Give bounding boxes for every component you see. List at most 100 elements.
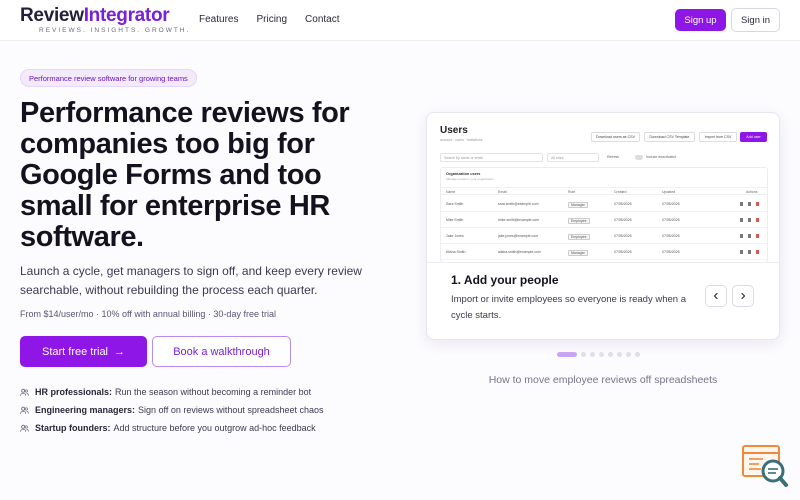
cell-updated: 07/05/2026 — [662, 218, 680, 222]
carousel-dot[interactable] — [626, 352, 631, 357]
cell-updated: 07/05/2026 — [662, 202, 680, 206]
cell-name: Mike Smith — [446, 218, 464, 222]
cell-created: 07/05/2026 — [614, 234, 632, 238]
carousel-prev-button[interactable] — [705, 285, 727, 307]
persona-text: Add structure before you outgrow ad-hoc … — [113, 423, 316, 433]
carousel-dot[interactable] — [581, 352, 586, 357]
persona-text: Run the season without becoming a remind… — [115, 387, 312, 397]
hero-headline: Performance reviews for companies too bi… — [20, 97, 350, 253]
persona-text: Sign off on reviews without spreadsheet … — [138, 405, 324, 415]
col-email: Email — [498, 190, 507, 194]
carousel-caption: How to move employee reviews off spreads… — [488, 374, 718, 386]
persona-item: HR professionals: Run the season without… — [20, 383, 323, 401]
top-navigation-bar: ReviewIntegrator REVIEWS. INSIGHTS. GROW… — [0, 0, 800, 41]
pricing-note: From $14/user/mo · 10% off with annual b… — [20, 309, 276, 319]
persona-item: Engineering managers: Sign off on review… — [20, 401, 323, 419]
screenshot-table-title: Organization users — [446, 172, 481, 176]
users-icon — [20, 424, 29, 432]
carousel-pagination — [557, 352, 640, 357]
sign-up-button[interactable]: Sign up — [675, 9, 726, 31]
start-free-trial-button[interactable]: Start free trial → — [20, 336, 147, 367]
edit-icon — [740, 250, 743, 254]
users-icon — [20, 388, 29, 396]
cell-role: Employee — [568, 218, 590, 224]
logo[interactable]: ReviewIntegrator REVIEWS. INSIGHTS. GROW… — [20, 5, 190, 35]
nav-features[interactable]: Features — [199, 14, 238, 25]
carousel-dot[interactable] — [590, 352, 595, 357]
app-screenshot: Users account · users · invitations Down… — [427, 113, 779, 263]
persona-item: Startup founders: Add structure before y… — [20, 419, 323, 437]
screenshot-table-header: Name Email Role Created Updated Actions — [441, 187, 767, 195]
col-name: Name — [446, 190, 456, 194]
screenshot-users-table: Organization users Manage people in your… — [440, 167, 768, 263]
screenshot-refresh: Refresh — [607, 155, 620, 159]
carousel-dot[interactable] — [608, 352, 613, 357]
logo-part2: Integrator — [83, 5, 170, 26]
download-csv-template-button: Download CSV Template — [644, 132, 695, 142]
step-description: Import or invite employees so everyone i… — [451, 294, 686, 321]
cell-role: Employee — [568, 234, 590, 240]
edit-icon — [740, 202, 743, 206]
cell-updated: 07/05/2026 — [662, 250, 680, 254]
book-walkthrough-button[interactable]: Book a walkthrough — [152, 336, 291, 367]
edit-icon — [740, 234, 743, 238]
sign-in-button[interactable]: Sign in — [731, 8, 780, 32]
copy-icon — [748, 250, 751, 254]
cell-email: alisha.smith@example.com — [498, 250, 541, 254]
row-actions — [740, 234, 759, 238]
screenshot-breadcrumb: account · users · invitations — [440, 138, 483, 142]
cell-name: Sara Smith — [446, 202, 464, 206]
screenshot-title: Users — [440, 125, 468, 136]
table-row: Sara Smith sara.smith@example.com Manage… — [441, 196, 767, 212]
cell-email: mike.smith@example.com — [498, 218, 540, 222]
hero-subcopy: Launch a cycle, get managers to sign off… — [20, 264, 362, 297]
delete-icon — [756, 202, 759, 206]
copy-icon — [748, 234, 751, 238]
copy-icon — [748, 202, 751, 206]
persona-role: Startup founders: — [35, 423, 111, 433]
row-actions — [740, 250, 759, 254]
col-created: Created — [614, 190, 627, 194]
cell-updated: 07/05/2026 — [662, 234, 680, 238]
cell-role: Manager — [568, 250, 588, 256]
cell-name: Alisha Smith — [446, 250, 466, 254]
nav-contact[interactable]: Contact — [305, 14, 339, 25]
chat-widget-button[interactable] — [741, 445, 789, 490]
table-row: Mike Smith mike.smith@example.com Employ… — [441, 212, 767, 228]
cell-email: jake.jones@example.com — [498, 234, 539, 238]
screenshot-role-filter: All roles — [547, 153, 599, 162]
carousel-dot[interactable] — [635, 352, 640, 357]
screenshot-include-deactivated: Include deactivated — [646, 155, 677, 159]
cell-created: 07/05/2026 — [614, 250, 632, 254]
main-nav: Features Pricing Contact — [199, 14, 340, 25]
users-icon — [20, 406, 29, 414]
cell-created: 07/05/2026 — [614, 202, 632, 206]
start-free-trial-label: Start free trial — [41, 345, 109, 358]
delete-icon — [756, 250, 759, 254]
col-actions: Actions — [746, 190, 758, 194]
delete-icon — [756, 218, 759, 222]
carousel-dot[interactable] — [599, 352, 604, 357]
carousel-dot[interactable] — [557, 352, 577, 357]
carousel-dot[interactable] — [617, 352, 622, 357]
nav-pricing[interactable]: Pricing — [256, 14, 287, 25]
chevron-left-icon — [713, 292, 718, 300]
arrow-right-icon: → — [114, 345, 126, 358]
cell-name: Jake Jones — [446, 234, 464, 238]
edit-icon — [740, 218, 743, 222]
add-user-button: Add user — [740, 132, 767, 142]
copy-icon — [748, 218, 751, 222]
cell-email: sara.smith@example.com — [498, 202, 539, 206]
import-csv-button: Import from CSV — [699, 132, 737, 142]
cell-created: 07/05/2026 — [614, 218, 632, 222]
step-title: 1. Add your people — [451, 273, 559, 287]
screenshot-search-input: Search by name or email — [440, 153, 543, 162]
cell-role: Manager — [568, 202, 588, 208]
carousel-next-button[interactable] — [732, 285, 754, 307]
table-row: Jake Jones jake.jones@example.com Employ… — [441, 228, 767, 244]
feature-carousel-card: Users account · users · invitations Down… — [426, 112, 780, 340]
screenshot-toggle — [635, 155, 643, 160]
search-document-icon — [742, 445, 788, 487]
download-users-csv-button: Download users as CSV — [591, 132, 640, 142]
persona-list: HR professionals: Run the season without… — [20, 383, 323, 437]
